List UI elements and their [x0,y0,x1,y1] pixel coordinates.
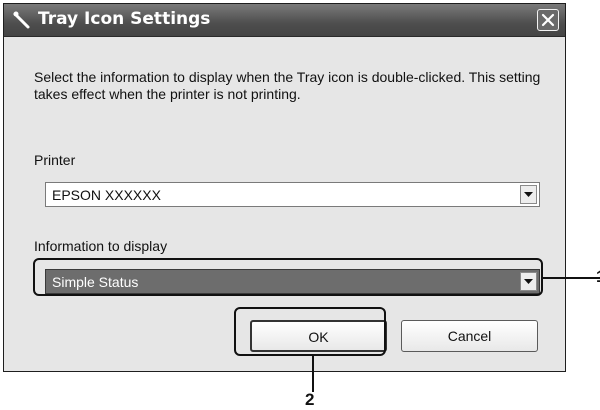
printer-select[interactable]: EPSON XXXXXX [45,182,540,207]
callout-line-1 [543,277,600,279]
chevron-down-icon [524,192,533,197]
callout-number-1: 1 [596,267,600,287]
title-bar[interactable]: Tray Icon Settings [4,4,565,37]
callout-line-2 [312,356,314,392]
callout-number-2: 2 [305,390,315,409]
cancel-button[interactable]: Cancel [401,320,538,352]
info-display-label: Information to display [34,238,168,254]
callout-box-2 [234,307,386,356]
close-icon [541,13,555,27]
description-text: Select the information to display when t… [34,69,541,102]
printer-settings-icon [12,10,32,30]
close-button[interactable] [537,9,559,31]
window-title: Tray Icon Settings [38,9,211,29]
printer-select-value: EPSON XXXXXX [52,187,161,203]
callout-box-1 [33,258,543,296]
printer-label: Printer [34,152,76,168]
printer-dropdown-button[interactable] [520,185,537,204]
